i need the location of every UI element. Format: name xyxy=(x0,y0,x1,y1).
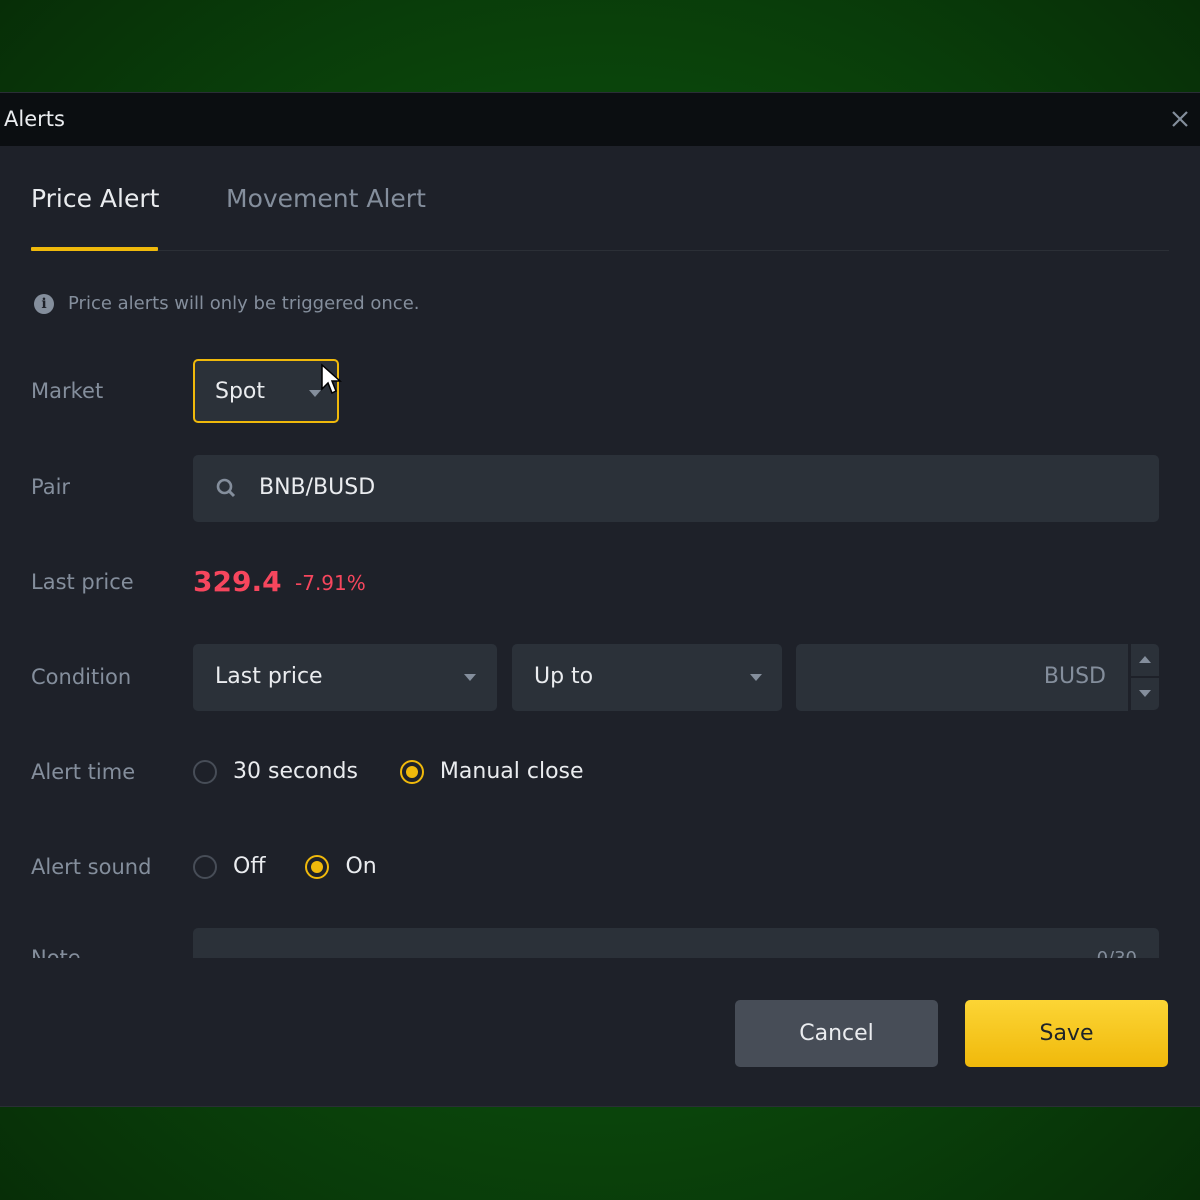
condition-type-value: Last price xyxy=(215,664,323,689)
chevron-down-icon xyxy=(750,674,762,681)
search-icon xyxy=(216,478,236,498)
decrement-button[interactable] xyxy=(1131,678,1159,710)
radio-label: Off xyxy=(233,854,266,879)
radio-unchecked-icon xyxy=(193,854,217,879)
price-amount-input[interactable]: BUSD xyxy=(796,644,1128,711)
radio-checked-icon xyxy=(305,854,330,879)
radio-label: Manual close xyxy=(439,759,584,784)
tab-price-alert[interactable]: Price Alert xyxy=(31,184,159,213)
caret-up-icon xyxy=(1139,656,1151,663)
chevron-down-icon xyxy=(464,674,476,681)
radio-label: 30 seconds xyxy=(233,759,358,784)
alert-tabs: Price Alert Movement Alert xyxy=(31,146,1169,251)
radio-sound-on[interactable]: On xyxy=(305,854,377,879)
radio-label: On xyxy=(345,854,377,879)
note-char-count: 0/30 xyxy=(1097,948,1137,958)
amount-unit: BUSD xyxy=(1043,664,1106,689)
market-select[interactable]: Spot xyxy=(193,359,339,423)
note-label: Note xyxy=(31,946,81,958)
last-price-value: 329.4 xyxy=(193,565,282,598)
note-row: Note 0/30 xyxy=(0,928,1200,958)
market-value: Spot xyxy=(215,379,266,404)
active-tab-indicator xyxy=(31,247,158,251)
alert-time-label: Alert time xyxy=(31,760,136,784)
close-button[interactable] xyxy=(1166,105,1194,133)
radio-sound-off[interactable]: Off xyxy=(193,854,265,879)
notice: i Price alerts will only be triggered on… xyxy=(34,293,419,314)
notice-text: Price alerts will only be triggered once… xyxy=(68,293,420,314)
dialog-title: Alerts xyxy=(4,107,65,131)
pair-value: BNB/BUSD xyxy=(259,475,376,500)
note-input[interactable]: 0/30 xyxy=(193,928,1159,958)
condition-type-select[interactable]: Last price xyxy=(193,644,497,711)
radio-checked-icon xyxy=(399,759,424,784)
alert-time-options: 30 seconds Manual close xyxy=(193,759,584,784)
alert-sound-options: Off On xyxy=(193,854,377,879)
increment-button[interactable] xyxy=(1131,644,1159,676)
tab-movement-alert[interactable]: Movement Alert xyxy=(226,184,426,213)
cancel-button[interactable]: Cancel xyxy=(735,1000,938,1067)
save-button[interactable]: Save xyxy=(965,1000,1168,1067)
radio-manual-close[interactable]: Manual close xyxy=(399,759,584,784)
chevron-down-icon xyxy=(309,390,321,397)
info-icon: i xyxy=(34,293,54,314)
caret-down-icon xyxy=(1139,690,1151,697)
dialog-titlebar: Alerts xyxy=(0,93,1200,146)
price-change: -7.91% xyxy=(295,571,366,595)
condition-direction-value: Up to xyxy=(534,664,594,689)
alerts-dialog: Alerts Price Alert Movement Alert i Pric… xyxy=(0,93,1200,1106)
close-icon xyxy=(1172,111,1188,127)
radio-unchecked-icon xyxy=(193,759,217,784)
pair-label: Pair xyxy=(31,475,71,499)
market-label: Market xyxy=(31,379,104,403)
radio-30-seconds[interactable]: 30 seconds xyxy=(193,759,358,784)
last-price-label: Last price xyxy=(31,570,134,594)
pair-search-input[interactable]: BNB/BUSD xyxy=(193,455,1159,522)
alert-sound-label: Alert sound xyxy=(31,855,152,879)
condition-direction-select[interactable]: Up to xyxy=(512,644,782,711)
condition-label: Condition xyxy=(31,665,132,689)
